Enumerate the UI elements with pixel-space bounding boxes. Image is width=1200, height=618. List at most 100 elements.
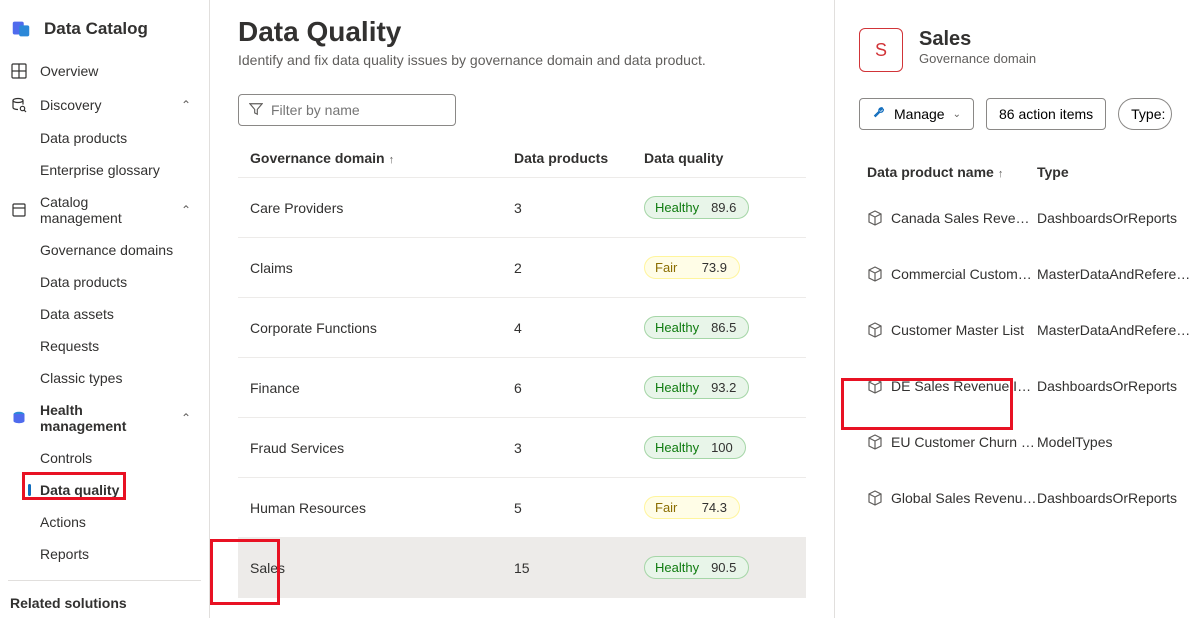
sidebar-sub-reports[interactable]: Reports <box>0 538 209 570</box>
quality-cell: Healthy86.5 <box>644 316 794 339</box>
col-header-quality[interactable]: Data quality <box>644 150 794 166</box>
detail-row[interactable]: Commercial Custom… MasterDataAndReferen… <box>859 246 1200 302</box>
type-filter-label: Type: <box>1131 106 1165 122</box>
sidebar-sub-governance-domains[interactable]: Governance domains <box>0 234 209 266</box>
sidebar-sub-enterprise-glossary[interactable]: Enterprise glossary <box>0 154 209 186</box>
brand: Data Catalog <box>0 12 209 54</box>
domain-badge: S <box>859 28 903 72</box>
quality-score: 86.5 <box>711 320 736 335</box>
page-subtitle: Identify and fix data quality issues by … <box>238 52 806 68</box>
product-count: 4 <box>514 320 644 336</box>
col-header-product-name[interactable]: Data product name↑ <box>867 164 1037 180</box>
quality-pill: Healthy90.5 <box>644 556 749 579</box>
search-db-icon <box>10 96 28 114</box>
product-type: DashboardsOrReports <box>1037 490 1192 506</box>
main: Data Quality Identify and fix data quali… <box>210 0 1200 618</box>
sidebar-label: Overview <box>40 63 199 79</box>
col-header-type[interactable]: Type <box>1037 164 1192 180</box>
table-row[interactable]: Sales15Healthy90.5 <box>238 538 806 598</box>
detail-row[interactable]: DE Sales Revenue In…DashboardsOrReports <box>859 358 1200 414</box>
cube-icon <box>867 490 883 506</box>
manage-button[interactable]: Manage ⌄ <box>859 98 974 130</box>
col-header-domain[interactable]: Governance domain↑ <box>250 150 514 166</box>
sidebar-sub-data-assets[interactable]: Data assets <box>0 298 209 330</box>
detail-title: Sales <box>919 28 1036 51</box>
product-type: MasterDataAndReferen… <box>1037 266 1192 282</box>
table-row[interactable]: Fraud Services3Healthy100 <box>238 418 806 478</box>
quality-cell: Fair73.9 <box>644 256 794 279</box>
detail-row[interactable]: EU Customer Churn …ModelTypes <box>859 414 1200 470</box>
table-header: Governance domain↑ Data products Data qu… <box>238 138 806 178</box>
quality-cell: Healthy93.2 <box>644 376 794 399</box>
status-label: Fair <box>655 260 677 275</box>
table-row[interactable]: Care Providers3Healthy89.6 <box>238 178 806 238</box>
quality-pill: Healthy93.2 <box>644 376 749 399</box>
content-panel: Data Quality Identify and fix data quali… <box>210 0 835 618</box>
quality-cell: Healthy89.6 <box>644 196 794 219</box>
col-header-products[interactable]: Data products <box>514 150 644 166</box>
chevron-up-icon: ⌃ <box>181 98 191 112</box>
type-filter-button[interactable]: Type: <box>1118 98 1172 130</box>
product-name-cell: Global Sales Revenu… <box>867 490 1037 506</box>
domain-name: Finance <box>250 380 514 396</box>
table-row[interactable]: Finance6Healthy93.2 <box>238 358 806 418</box>
product-count: 2 <box>514 260 644 276</box>
divider <box>8 580 201 581</box>
sidebar-label: Reports <box>40 546 199 562</box>
sidebar-sub-requests[interactable]: Requests <box>0 330 209 362</box>
domain-name: Sales <box>250 560 514 576</box>
product-count: 5 <box>514 500 644 516</box>
detail-header: S Sales Governance domain <box>859 28 1200 72</box>
sidebar-sub-data-products[interactable]: Data products <box>0 122 209 154</box>
product-name-cell: Canada Sales Reven… <box>867 210 1037 226</box>
sidebar-label: Enterprise glossary <box>40 162 199 178</box>
detail-row[interactable]: Global Sales Revenu…DashboardsOrReports <box>859 470 1200 526</box>
domain-table: Governance domain↑ Data products Data qu… <box>238 138 806 598</box>
detail-row[interactable]: Canada Sales Reven…DashboardsOrReports <box>859 190 1200 246</box>
sidebar-item-catalog-management[interactable]: Catalog management ⌃ <box>0 186 209 234</box>
detail-row[interactable]: Customer Master ListMasterDataAndReferen… <box>859 302 1200 358</box>
chevron-up-icon: ⌃ <box>181 411 191 425</box>
status-label: Healthy <box>655 380 699 395</box>
product-name: Customer Master List <box>891 322 1024 338</box>
sidebar-item-health-management[interactable]: Health management ⌃ <box>0 394 209 442</box>
product-name-cell: Customer Master List <box>867 322 1037 338</box>
table-row[interactable]: Claims2Fair73.9 <box>238 238 806 298</box>
sidebar-item-overview[interactable]: Overview <box>0 54 209 88</box>
detail-subtitle: Governance domain <box>919 51 1036 66</box>
box-icon <box>10 201 28 219</box>
product-name: Global Sales Revenu… <box>891 490 1037 506</box>
sidebar-sub-data-quality[interactable]: Data quality <box>0 474 209 506</box>
product-name: Commercial Custom… <box>891 266 1032 282</box>
sidebar-item-discovery[interactable]: Discovery ⌃ <box>0 88 209 122</box>
sidebar-sub-controls[interactable]: Controls <box>0 442 209 474</box>
filter-text-input[interactable] <box>271 102 452 118</box>
sidebar: Data Catalog Overview Discovery ⌃ Data p… <box>0 0 210 618</box>
product-name-cell: EU Customer Churn … <box>867 434 1037 450</box>
table-row[interactable]: Corporate Functions4Healthy86.5 <box>238 298 806 358</box>
manage-label: Manage <box>894 106 945 122</box>
sidebar-sub-classic-types[interactable]: Classic types <box>0 362 209 394</box>
table-row[interactable]: Human Resources5Fair74.3 <box>238 478 806 538</box>
brand-title: Data Catalog <box>44 19 148 39</box>
quality-pill: Healthy86.5 <box>644 316 749 339</box>
action-items-button[interactable]: 86 action items <box>986 98 1106 130</box>
sidebar-label: Data assets <box>40 306 199 322</box>
product-count: 3 <box>514 440 644 456</box>
chevron-up-icon: ⌃ <box>181 203 191 217</box>
status-label: Healthy <box>655 560 699 575</box>
product-name-cell: DE Sales Revenue In… <box>867 378 1037 394</box>
cube-icon <box>867 322 883 338</box>
sort-asc-icon: ↑ <box>389 154 395 166</box>
domain-name: Human Resources <box>250 500 514 516</box>
quality-pill: Healthy89.6 <box>644 196 749 219</box>
sidebar-label: Actions <box>40 514 199 530</box>
product-type: ModelTypes <box>1037 434 1192 450</box>
sidebar-sub-data-products-2[interactable]: Data products <box>0 266 209 298</box>
sidebar-sub-actions[interactable]: Actions <box>0 506 209 538</box>
filter-input[interactable] <box>238 94 456 126</box>
sidebar-label: Discovery <box>40 97 169 113</box>
cube-icon <box>867 266 883 282</box>
quality-cell: Fair74.3 <box>644 496 794 519</box>
domain-name: Claims <box>250 260 514 276</box>
